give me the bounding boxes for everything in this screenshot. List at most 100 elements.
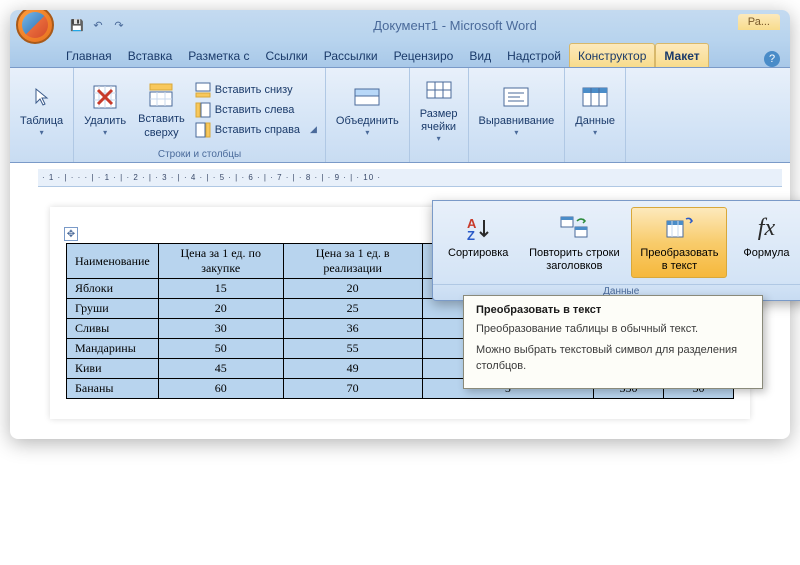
- insert-left-button[interactable]: Вставить слева: [193, 101, 319, 119]
- cell-size-button[interactable]: Размер ячейки ▾: [416, 72, 462, 146]
- table-cell[interactable]: 70: [283, 379, 422, 399]
- delete-label: Удалить: [84, 115, 126, 128]
- undo-icon[interactable]: ↶: [89, 16, 107, 34]
- table-cell[interactable]: 20: [158, 299, 283, 319]
- tab-home[interactable]: Главная: [58, 44, 120, 67]
- data-label: Данные: [575, 115, 615, 128]
- tab-insert[interactable]: Вставка: [120, 44, 181, 67]
- data-dropdown-panel: AZ Сортировка Повторить строки заголовко…: [432, 200, 800, 301]
- convert-to-text-label: Преобразовать в текст: [640, 247, 718, 273]
- chevron-down-icon: ▾: [40, 128, 44, 138]
- table-header-cell[interactable]: Цена за 1 ед. в реализации: [283, 244, 422, 279]
- group-rows-cols: Удалить ▾ Вставить сверху Вставить снизу: [74, 68, 326, 162]
- insert-above-icon: [145, 79, 177, 111]
- table-cell[interactable]: 50: [158, 339, 283, 359]
- tab-addins[interactable]: Надстрой: [499, 44, 569, 67]
- table-cell[interactable]: Яблоки: [67, 279, 159, 299]
- dialog-launcher-icon[interactable]: ◢: [310, 124, 317, 135]
- table-cell[interactable]: Бананы: [67, 379, 159, 399]
- office-button[interactable]: [16, 10, 54, 44]
- redo-icon[interactable]: ↷: [110, 16, 128, 34]
- tooltip-title: Преобразовать в текст: [476, 304, 750, 316]
- table-move-handle-icon[interactable]: ✥: [64, 227, 78, 241]
- merge-cells-icon: [351, 81, 383, 113]
- table-select-button[interactable]: Таблица ▾: [16, 79, 67, 140]
- insert-below-icon: [195, 82, 211, 98]
- insert-left-label: Вставить слева: [215, 104, 295, 116]
- insert-right-button[interactable]: Вставить справа ◢: [193, 121, 319, 139]
- chevron-down-icon: ▾: [437, 134, 441, 144]
- table-cell[interactable]: 36: [283, 319, 422, 339]
- tab-maket[interactable]: Макет: [655, 43, 708, 67]
- table-cell[interactable]: 15: [158, 279, 283, 299]
- convert-to-text-button[interactable]: Преобразовать в текст: [631, 207, 727, 278]
- tab-references[interactable]: Ссылки: [258, 44, 316, 67]
- alignment-label: Выравнивание: [479, 115, 555, 128]
- cell-size-label: Размер ячейки: [420, 108, 458, 134]
- insert-left-icon: [195, 102, 211, 118]
- convert-to-text-icon: [663, 212, 695, 244]
- sort-button[interactable]: AZ Сортировка: [439, 207, 517, 278]
- tab-review[interactable]: Рецензиро: [386, 44, 462, 67]
- help-icon[interactable]: ?: [764, 51, 780, 67]
- formula-icon: fx: [750, 212, 782, 244]
- tab-mailings[interactable]: Рассылки: [316, 44, 386, 67]
- table-cell[interactable]: Груши: [67, 299, 159, 319]
- table-cell[interactable]: 60: [158, 379, 283, 399]
- insert-below-label: Вставить снизу: [215, 84, 293, 96]
- merge-button[interactable]: Объединить ▾: [332, 79, 403, 140]
- chevron-down-icon: ▾: [365, 128, 369, 138]
- table-select-label: Таблица: [20, 115, 63, 128]
- delete-button[interactable]: Удалить ▾: [80, 79, 130, 140]
- window-title: Документ1 - Microsoft Word: [128, 18, 782, 33]
- insert-right-icon: [195, 122, 211, 138]
- data-button[interactable]: Данные ▾: [571, 79, 619, 140]
- table-cell[interactable]: Сливы: [67, 319, 159, 339]
- alignment-icon: [500, 81, 532, 113]
- repeat-header-label: Повторить строки заголовков: [529, 247, 619, 273]
- ribbon-tabs: Главная Вставка Разметка с Ссылки Рассыл…: [10, 40, 790, 68]
- table-cell[interactable]: 25: [283, 299, 422, 319]
- table-cell[interactable]: 30: [158, 319, 283, 339]
- group-data: Данные ▾: [565, 68, 626, 162]
- insert-above-label: Вставить сверху: [138, 113, 185, 139]
- cell-size-icon: [423, 74, 455, 106]
- contextual-tab-group: Ра...: [738, 14, 780, 30]
- repeat-header-icon: [558, 212, 590, 244]
- chevron-down-icon: ▾: [103, 128, 107, 138]
- group-rows-cols-label: Строки и столбцы: [80, 147, 319, 160]
- insert-below-button[interactable]: Вставить снизу: [193, 81, 319, 99]
- group-alignment: Выравнивание ▾: [469, 68, 566, 162]
- formula-label: Формула: [743, 247, 789, 260]
- horizontal-ruler[interactable]: · 1 · | · · · | · 1 · | · 2 · | · 3 · | …: [38, 169, 782, 187]
- tab-design[interactable]: Конструктор: [569, 43, 655, 67]
- insert-right-label: Вставить справа: [215, 124, 300, 136]
- table-cell[interactable]: 20: [283, 279, 422, 299]
- table-header-cell[interactable]: Цена за 1 ед. по закупке: [158, 244, 283, 279]
- merge-label: Объединить: [336, 115, 399, 128]
- repeat-header-rows-button[interactable]: Повторить строки заголовков: [519, 207, 629, 278]
- table-cell[interactable]: 45: [158, 359, 283, 379]
- chevron-down-icon: ▾: [593, 128, 597, 138]
- save-icon[interactable]: 💾: [68, 16, 86, 34]
- svg-text:Z: Z: [467, 228, 475, 242]
- insert-above-button[interactable]: Вставить сверху: [134, 77, 189, 141]
- titlebar: 💾 ↶ ↷ Документ1 - Microsoft Word Ра...: [10, 10, 790, 40]
- table-header-cell[interactable]: Наименование: [67, 244, 159, 279]
- formula-button[interactable]: fx Формула: [729, 207, 800, 278]
- group-merge: Объединить ▾: [326, 68, 410, 162]
- cursor-icon: [26, 81, 58, 113]
- table-cell[interactable]: 55: [283, 339, 422, 359]
- tooltip-line: Можно выбрать текстовый символ для разде…: [476, 343, 750, 374]
- chevron-down-icon: ▾: [514, 128, 518, 138]
- delete-table-icon: [89, 81, 121, 113]
- alignment-button[interactable]: Выравнивание ▾: [475, 79, 559, 140]
- sort-label: Сортировка: [448, 247, 508, 260]
- table-cell[interactable]: Мандарины: [67, 339, 159, 359]
- tooltip: Преобразовать в текст Преобразование таб…: [463, 295, 763, 389]
- tab-view[interactable]: Вид: [461, 44, 499, 67]
- tab-layout[interactable]: Разметка с: [180, 44, 257, 67]
- table-cell[interactable]: Киви: [67, 359, 159, 379]
- table-cell[interactable]: 49: [283, 359, 422, 379]
- sort-icon: AZ: [462, 212, 494, 244]
